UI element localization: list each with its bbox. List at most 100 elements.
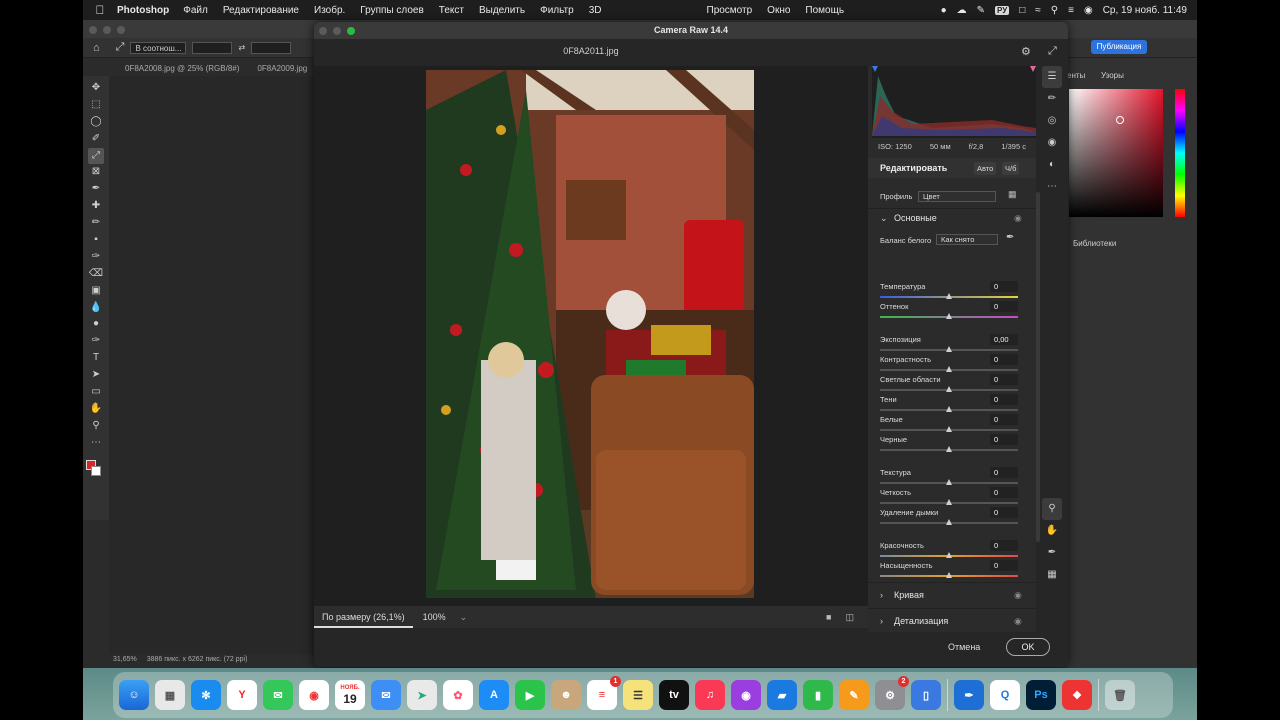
slider-thumb[interactable] (946, 293, 952, 299)
masking-icon[interactable]: ◎ (1042, 110, 1062, 132)
facetime-icon[interactable]: ▶ (515, 680, 545, 710)
publish-button[interactable]: Публикация (1091, 40, 1147, 54)
menu-help[interactable]: Помощь (805, 5, 844, 16)
slider-value-field[interactable]: 0 (990, 507, 1018, 518)
section-collapsed[interactable]: › Кривая ◉ (868, 584, 1036, 606)
visibility-eye-icon[interactable]: ◉ (1014, 610, 1022, 632)
more-options-icon[interactable]: ⋯ (1042, 176, 1062, 198)
tab-libraries[interactable]: Библиотеки (1073, 239, 1116, 248)
notes-icon[interactable]: ☰ (623, 680, 653, 710)
height-field[interactable] (251, 41, 292, 54)
frame-tool-icon[interactable]: ⊠ (88, 164, 104, 181)
color-picker-handle[interactable] (1116, 116, 1124, 124)
photoshop-icon[interactable]: Ps (1026, 680, 1056, 710)
slider-value-field[interactable]: 0 (990, 414, 1018, 425)
chrome-icon[interactable]: ◉ (299, 680, 329, 710)
visibility-eye-icon[interactable]: ◉ (1014, 207, 1022, 229)
music-icon[interactable]: ♫ (695, 680, 725, 710)
app-menu[interactable]: Photoshop (117, 5, 169, 16)
grid-icon[interactable]: ▦ (1042, 564, 1062, 586)
menu-filter[interactable]: Фильтр (540, 5, 574, 16)
slider-value-field[interactable]: 0 (990, 560, 1018, 571)
slider-thumb[interactable] (946, 572, 952, 578)
presets-icon[interactable]: ◐ (1042, 154, 1062, 176)
cancel-button[interactable]: Отмена (948, 642, 980, 652)
app-store-icon[interactable]: A (479, 680, 509, 710)
quick-app-icon[interactable]: Q (990, 680, 1020, 710)
slider-thumb[interactable] (946, 386, 952, 392)
move-tool-icon[interactable]: ✥ (88, 80, 104, 97)
slider-value-field[interactable]: 0,00 (990, 334, 1018, 345)
marquee-tool-icon[interactable]: ⬚ (88, 97, 104, 114)
wb-select[interactable]: Как снято (936, 234, 998, 245)
slider-thumb[interactable] (946, 519, 952, 525)
calendar-icon[interactable]: НОЯБ. 19 (335, 680, 365, 710)
close-button[interactable] (89, 26, 97, 34)
display-icon[interactable]: □ (1019, 5, 1025, 16)
zoom-tool-icon[interactable]: ⚲ (88, 418, 104, 435)
profile-select[interactable]: Цвет (918, 191, 996, 202)
lasso-tool-icon[interactable]: ◯ (88, 114, 104, 131)
image-viewer[interactable] (314, 66, 868, 606)
zoom-100-button[interactable]: 100% (423, 612, 446, 622)
system-settings-icon[interactable]: ⚙ 2 (875, 676, 909, 710)
slider-thumb[interactable] (946, 406, 952, 412)
home-icon[interactable]: ⌂ (93, 42, 100, 54)
search-icon[interactable]: ⚲ (1051, 5, 1058, 16)
trash-icon[interactable]: 🗑 (1105, 680, 1135, 710)
record-icon[interactable]: ● (941, 5, 947, 16)
menu-layer-groups[interactable]: Группы слоев (360, 5, 423, 16)
visibility-eye-icon[interactable]: ◉ (1014, 584, 1022, 606)
slider-value-field[interactable]: 0 (990, 540, 1018, 551)
profile-browser-icon[interactable]: ▦ (1008, 189, 1017, 200)
color-picker-field[interactable] (1069, 89, 1163, 217)
zoom-dropdown-icon[interactable]: ⌄ (460, 612, 468, 623)
quick-select-icon[interactable]: ✐ (88, 131, 104, 148)
dialog-zoom-button[interactable] (347, 27, 355, 35)
crop-tool-icon[interactable]: ⤢ (116, 41, 125, 54)
slider-value-field[interactable]: 0 (990, 301, 1018, 312)
crop-tool-icon[interactable]: ⤢ (88, 147, 104, 165)
doc-tab[interactable]: 0F8A2008.jpg @ 25% (RGB/8#) (125, 64, 239, 73)
doc-tab[interactable]: 0F8A2009.jpg (257, 64, 307, 73)
zoom-icon[interactable]: ⚲ (1042, 498, 1062, 520)
more-tools-icon[interactable]: ⋯ (88, 435, 104, 452)
slider-value-field[interactable]: 0 (990, 354, 1018, 365)
menu-edit[interactable]: Редактирование (223, 5, 299, 16)
slider-thumb[interactable] (946, 346, 952, 352)
pen-icon[interactable]: ✎ (977, 5, 985, 16)
tab-gradients[interactable]: енты (1067, 71, 1085, 80)
iphone-mirroring-icon[interactable]: ▯ (911, 680, 941, 710)
yandex-browser-icon[interactable]: Y (227, 680, 257, 710)
wb-eyedropper-icon[interactable]: ✒ (1006, 232, 1014, 243)
ok-button[interactable]: OK (1006, 638, 1050, 656)
eraser-icon[interactable]: ⌫ (88, 266, 104, 283)
before-after-icon[interactable]: ◫ (845, 612, 854, 623)
wifi-icon[interactable]: ≈ (1035, 5, 1041, 16)
red-eye-icon[interactable]: ◉ (1042, 132, 1062, 154)
slider-thumb[interactable] (946, 426, 952, 432)
slider-thumb[interactable] (946, 446, 952, 452)
cloud-icon[interactable]: ☁ (957, 5, 967, 16)
reminders-icon[interactable]: ≡ 1 (587, 676, 621, 710)
hand-tool-icon[interactable]: ✋ (88, 401, 104, 418)
color-sampler-icon[interactable]: ✒ (1042, 542, 1062, 564)
numbers-icon[interactable]: ▮ (803, 680, 833, 710)
launchpad-icon[interactable]: ▦ (155, 680, 185, 710)
mail-icon[interactable]: ✉ (371, 680, 401, 710)
apple-tv-icon[interactable]: tv (659, 680, 689, 710)
width-field[interactable] (192, 41, 233, 54)
messages-icon[interactable]: ✉ (263, 680, 293, 710)
menu-select[interactable]: Выделить (479, 5, 525, 16)
siri-icon[interactable]: ◉ (1084, 5, 1093, 16)
brush-tool-icon[interactable]: ✏ (88, 215, 104, 232)
tab-patterns[interactable]: Узоры (1101, 71, 1124, 80)
minimize-button[interactable] (103, 26, 111, 34)
photos-icon[interactable]: ✿ (443, 680, 473, 710)
background-color-swatch[interactable] (91, 466, 101, 476)
menu-type[interactable]: Текст (439, 5, 464, 16)
feather-app-icon[interactable]: ✒ (954, 680, 984, 710)
input-source[interactable]: РУ (995, 5, 1010, 15)
section-basic[interactable]: ⌄ Основные ◉ (868, 207, 1036, 229)
pages-icon[interactable]: ✎ (839, 680, 869, 710)
